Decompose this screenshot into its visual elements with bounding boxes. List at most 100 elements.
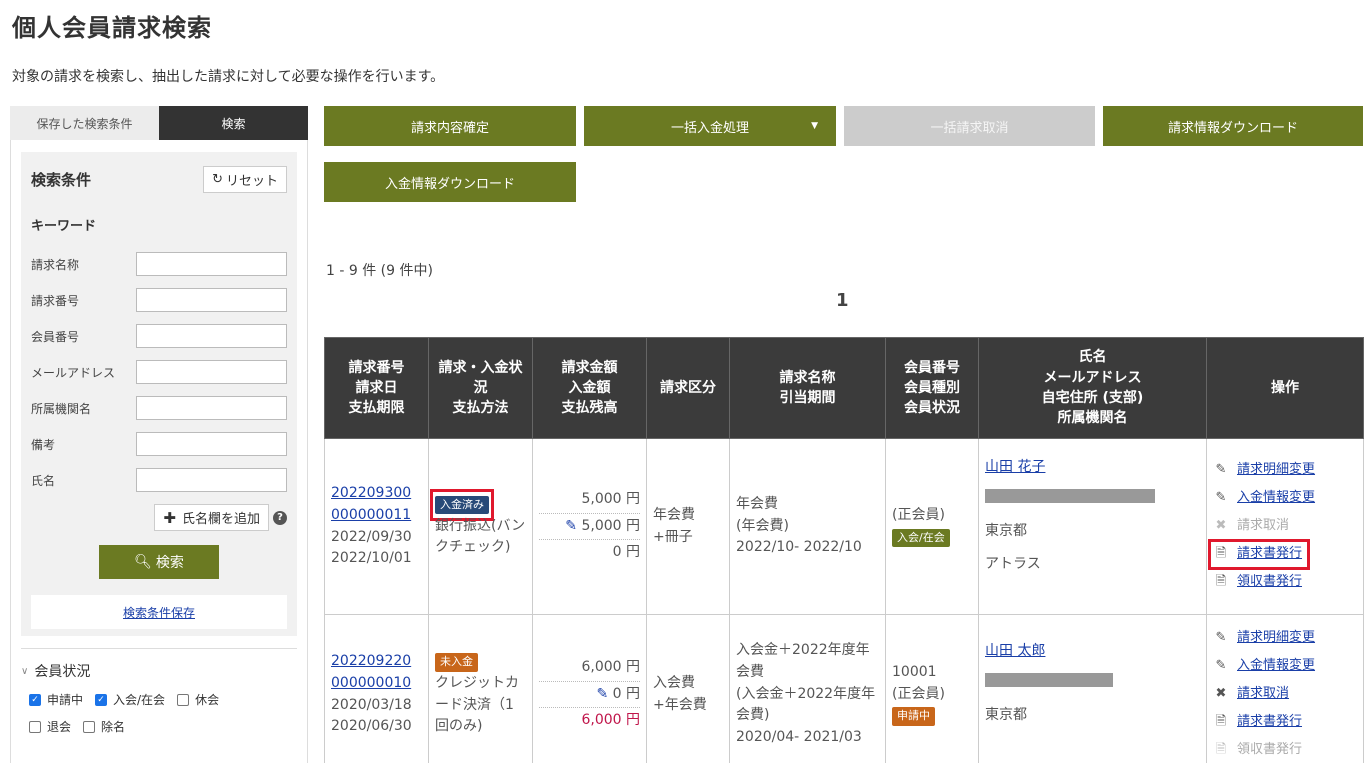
bulk-payment-button[interactable]: 一括入金処理 ▼ bbox=[584, 106, 836, 146]
table-header-row: 請求番号 請求日 支払期限 請求・入金状況支払方法 請求金額 入金額 支払残高 請求区分… bbox=[324, 337, 1364, 439]
redacted-email bbox=[985, 672, 1113, 687]
pagination-current[interactable]: 1 bbox=[836, 290, 849, 311]
bill-name: 年会費 bbox=[736, 495, 778, 512]
email-input[interactable] bbox=[136, 360, 287, 384]
edit-bill-detail-link[interactable]: 請求明細変更 bbox=[1237, 628, 1315, 648]
payment-method: クレジットカード決済（1回のみ) bbox=[435, 674, 519, 735]
status-badge: 入金済み bbox=[435, 495, 489, 515]
header-ops: 操作 bbox=[1206, 337, 1364, 439]
tab-search[interactable]: 検索 bbox=[159, 106, 308, 140]
issue-receipt-link[interactable]: 領収書発行 bbox=[1237, 572, 1302, 592]
checkbox-icon bbox=[83, 720, 96, 733]
status-label: 申請中 bbox=[47, 693, 84, 707]
person-name-link[interactable]: 山田 花子 bbox=[985, 457, 1200, 479]
search-conditions-box: 検索条件 ↻ リセット キーワード 請求名称 請求番号 会員番号 メールアドレス bbox=[21, 152, 297, 636]
plus-icon: ✚ bbox=[163, 508, 176, 527]
edit-payment-link[interactable]: 入金情報変更 bbox=[1237, 656, 1315, 676]
bill-date: 2022/09/30 bbox=[331, 528, 412, 545]
allocation-period: 2020/04- 2021/03 bbox=[736, 729, 862, 746]
member-status-title: 会員状況 bbox=[34, 664, 91, 680]
bill-amount: 6,000 円 bbox=[539, 655, 640, 682]
bill-amount: 5,000 円 bbox=[539, 487, 640, 514]
bill-category: 入会費 +年会費 bbox=[646, 614, 730, 763]
header-bill-no[interactable]: 請求番号 請求日 支払期限 bbox=[324, 337, 429, 439]
person-name-link[interactable]: 山田 太郎 bbox=[985, 641, 1200, 663]
issue-receipt-link: 領収書発行 bbox=[1237, 742, 1303, 758]
bill-number-link[interactable]: 202209300 000000011 bbox=[331, 483, 422, 526]
bill-name-sub: (入会金＋2022年度年会費) bbox=[736, 685, 876, 724]
chevron-down-icon[interactable]: ∨ bbox=[21, 666, 28, 677]
payment-download-button[interactable]: 入金情報ダウンロード bbox=[324, 162, 576, 202]
organization-name: アトラス bbox=[985, 556, 1041, 573]
header-category[interactable]: 請求区分 bbox=[646, 337, 730, 439]
field-label: 請求名称 bbox=[31, 257, 80, 272]
bill-number-link[interactable]: 202209220 000000010 bbox=[331, 651, 422, 694]
bill-category: 年会費 +冊子 bbox=[646, 438, 730, 615]
result-count: 1 - 9 件 (9 件中) bbox=[326, 263, 433, 279]
header-bill-name[interactable]: 請求名称 引当期間 bbox=[729, 337, 886, 439]
issue-invoice-link[interactable]: 請求書発行 bbox=[1237, 712, 1302, 732]
add-name-field-button[interactable]: ✚ 氏名欄を追加 bbox=[154, 504, 269, 531]
bill-download-button[interactable]: 請求情報ダウンロード bbox=[1103, 106, 1363, 146]
caret-down-icon: ▼ bbox=[811, 121, 818, 131]
keyword-title: キーワード bbox=[31, 219, 97, 234]
search-panel: 保存した検索条件 検索 検索条件 ↻ リセット キーワード 請求名称 請求番号 … bbox=[10, 106, 308, 763]
home-address: 東京都 bbox=[985, 706, 1027, 723]
help-icon[interactable]: ? bbox=[273, 510, 287, 525]
save-conditions-link[interactable]: 検索条件保存 bbox=[31, 595, 287, 629]
header-person[interactable]: 氏名 メールアドレス 自宅住所 (支部) 所属機関名 bbox=[978, 337, 1207, 439]
field-label: 請求番号 bbox=[31, 293, 80, 308]
member-status-badge: 申請中 bbox=[892, 707, 935, 726]
header-member[interactable]: 会員番号 会員種別 会員状況 bbox=[885, 337, 979, 439]
remaining-amount: 0 円 bbox=[612, 544, 640, 561]
confirm-bill-button[interactable]: 請求内容確定 bbox=[324, 106, 576, 146]
pencil-icon: ✎ bbox=[1215, 658, 1227, 674]
search-button[interactable]: 🔍︎ 検索 bbox=[99, 545, 219, 579]
field-label: メールアドレス bbox=[31, 365, 116, 380]
search-tabs: 保存した検索条件 検索 bbox=[10, 106, 308, 140]
status-checkbox-expelled[interactable]: 除名 bbox=[83, 718, 125, 735]
checkbox-checked-icon: ✓ bbox=[29, 693, 41, 706]
field-row-bill-name: 請求名称 bbox=[31, 246, 287, 282]
field-row-name: 氏名 bbox=[31, 462, 287, 498]
field-label: 会員番号 bbox=[31, 329, 80, 344]
header-amount[interactable]: 請求金額 入金額 支払残高 bbox=[532, 337, 647, 439]
name-input[interactable] bbox=[136, 468, 287, 492]
search-panel-body: 検索条件 ↻ リセット キーワード 請求名称 請求番号 会員番号 メールアドレス bbox=[10, 140, 308, 763]
payment-method: 銀行振込(バンクチェック) bbox=[435, 517, 526, 556]
organization-input[interactable] bbox=[136, 396, 287, 420]
redacted-email bbox=[985, 488, 1155, 503]
remaining-amount: 6,000 円 bbox=[581, 712, 640, 729]
pencil-icon[interactable]: ✎ bbox=[596, 686, 608, 702]
member-status-badge: 入会/在会 bbox=[892, 528, 950, 547]
edit-bill-detail-link[interactable]: 請求明細変更 bbox=[1237, 460, 1315, 480]
note-input[interactable] bbox=[136, 432, 287, 456]
cancel-bill-link: 請求取消 bbox=[1237, 518, 1290, 534]
pencil-icon: ✎ bbox=[1215, 630, 1227, 646]
search-conditions-title: 検索条件 bbox=[31, 171, 92, 189]
member-type: (正会員) bbox=[892, 685, 945, 702]
page-description: 対象の請求を検索し、抽出した請求に対して必要な操作を行います。 bbox=[12, 69, 445, 85]
status-checkbox-suspended[interactable]: 休会 bbox=[177, 691, 219, 708]
search-icon: 🔍︎ bbox=[134, 554, 152, 570]
status-checkbox-active[interactable]: ✓ 入会/在会 bbox=[95, 691, 165, 708]
issue-invoice-link[interactable]: 請求書発行 bbox=[1237, 544, 1302, 564]
pencil-icon[interactable]: ✎ bbox=[565, 518, 577, 534]
bill-name-input[interactable] bbox=[136, 252, 287, 276]
header-status[interactable]: 請求・入金状況支払方法 bbox=[428, 337, 533, 439]
member-number: 10001 bbox=[892, 663, 937, 680]
edit-payment-link[interactable]: 入金情報変更 bbox=[1237, 488, 1315, 508]
field-row-member-no: 会員番号 bbox=[31, 318, 287, 354]
reset-button[interactable]: ↻ リセット bbox=[203, 166, 287, 193]
bill-number-input[interactable] bbox=[136, 288, 287, 312]
cancel-bill-link[interactable]: 請求取消 bbox=[1237, 684, 1289, 704]
member-number-input[interactable] bbox=[136, 324, 287, 348]
document-icon: 🗎 bbox=[1215, 546, 1227, 562]
status-checkbox-withdrawn[interactable]: 退会 bbox=[29, 718, 71, 735]
status-checkbox-applying[interactable]: ✓ 申請中 bbox=[29, 691, 83, 708]
checkbox-checked-icon: ✓ bbox=[95, 693, 108, 706]
member-status-section: ∨ 会員状況 ✓ 申請中 ✓ 入会/在会 休会 退会 除名 bbox=[21, 648, 297, 735]
status-label: 除名 bbox=[101, 720, 126, 734]
field-label: 氏名 bbox=[31, 473, 56, 488]
tab-saved-conditions[interactable]: 保存した検索条件 bbox=[10, 106, 159, 140]
